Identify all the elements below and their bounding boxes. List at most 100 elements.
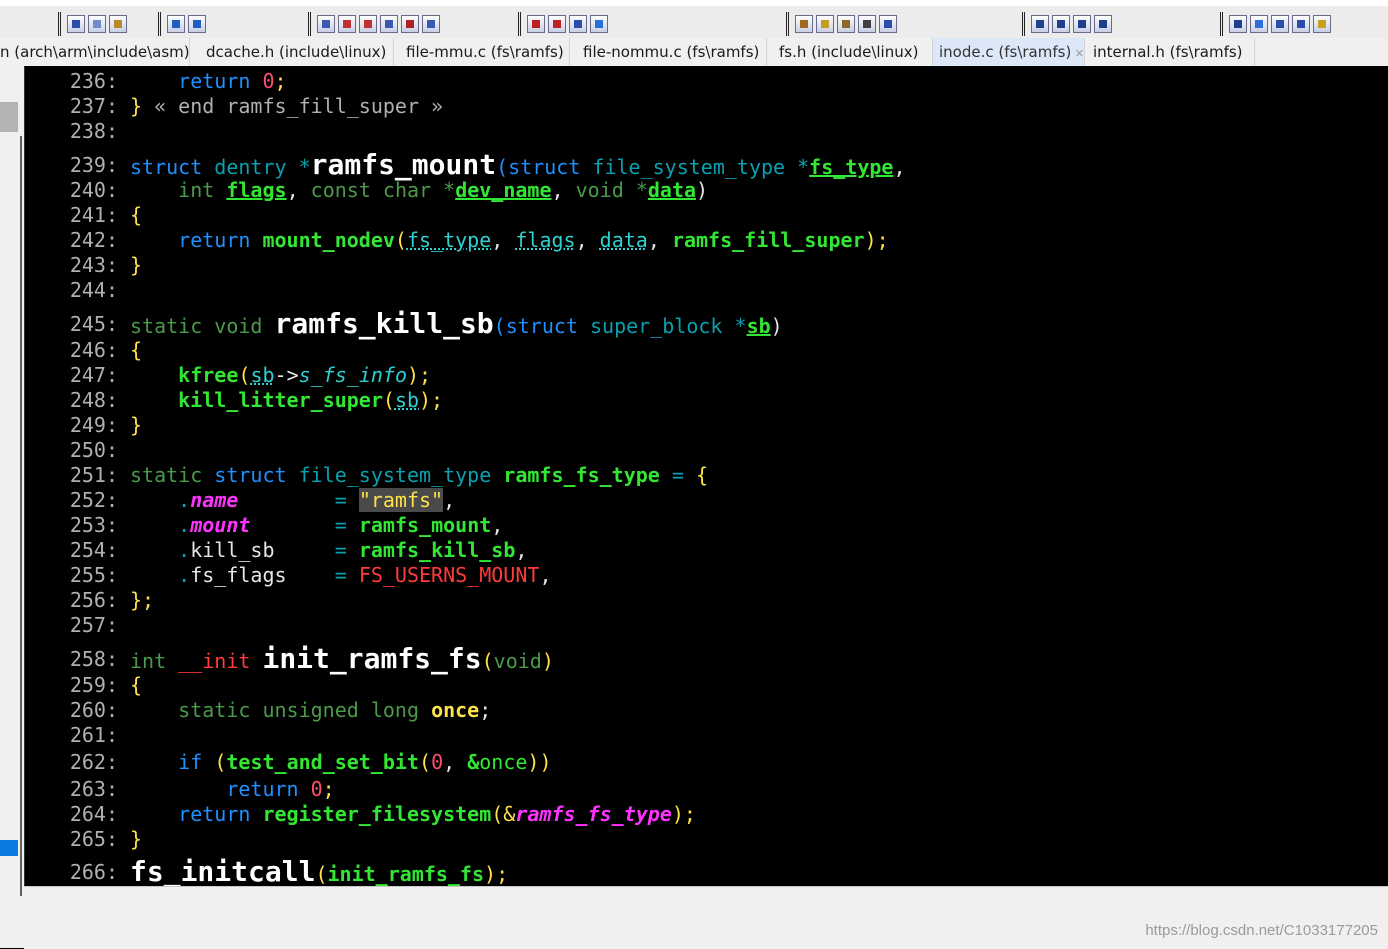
punct: }	[130, 413, 143, 437]
layout-2-icon[interactable]	[1052, 15, 1070, 33]
keyword: if	[178, 750, 203, 774]
jump-up-icon[interactable]	[338, 15, 356, 33]
replace-icon[interactable]	[401, 15, 419, 33]
line-number: 253:	[69, 513, 118, 537]
param-ref: flags	[515, 228, 576, 252]
list-icon[interactable]	[1292, 15, 1310, 33]
find-files-icon[interactable]	[380, 15, 398, 33]
undo-icon[interactable]	[167, 15, 185, 33]
function-ref: ramfs_fill_super	[671, 228, 865, 252]
script-icon[interactable]	[879, 15, 897, 33]
punct: ;	[322, 777, 335, 801]
operator: .	[178, 488, 191, 512]
line-number: 246:	[69, 338, 118, 362]
code-editor[interactable]: 236: return 0; 237:} « end ramfs_fill_su…	[38, 66, 1388, 886]
line-number: 240:	[69, 178, 118, 202]
bookmark-list-icon[interactable]	[569, 15, 587, 33]
outline-icon[interactable]	[1271, 15, 1289, 33]
function-ref: init_ramfs_fs	[327, 862, 485, 886]
punct: );	[419, 388, 444, 412]
keyword: struct	[508, 155, 581, 179]
line-number: 237:	[69, 94, 118, 118]
line-number: 244:	[69, 278, 118, 302]
param: flags	[226, 178, 287, 202]
punct: (	[238, 363, 251, 387]
type: unsigned	[262, 698, 359, 722]
layout-3-icon[interactable]	[1073, 15, 1091, 33]
tab-fs-h[interactable]: fs.h (include\linux)	[773, 38, 933, 66]
punct: {	[130, 673, 143, 697]
close-icon[interactable]: ×	[1074, 46, 1084, 60]
sidebar-scrollbar-thumb[interactable]	[0, 102, 18, 132]
punct: (	[493, 314, 506, 338]
line-number: 248:	[69, 388, 118, 412]
toolbar-group-symbols	[786, 12, 897, 36]
operator: =	[334, 488, 347, 512]
keyword: static	[130, 463, 203, 487]
punct: }	[130, 253, 143, 277]
punct: (	[481, 649, 494, 673]
book-icon[interactable]	[837, 15, 855, 33]
tab-file-nommu-c[interactable]: file-nommu.c (fs\ramfs)	[577, 38, 767, 66]
line-number: 242:	[69, 228, 118, 252]
tab-inode-c[interactable]: inode.c (fs\ramfs) ×	[933, 38, 1085, 66]
watermark: https://blog.csdn.net/C1033177205	[1145, 922, 1378, 939]
macro: __init	[178, 649, 251, 673]
macro: FS_USERNS_MOUNT	[358, 563, 540, 587]
tree-icon[interactable]	[1250, 15, 1268, 33]
operator: .	[178, 563, 191, 587]
variable-ref: once	[479, 750, 528, 774]
web-icon[interactable]	[422, 15, 440, 33]
toolbar-group-bookmarks	[518, 12, 608, 36]
redo-icon[interactable]	[188, 15, 206, 33]
toolbar-group-file	[58, 12, 127, 36]
punct: ,	[286, 178, 299, 202]
paste-icon[interactable]	[109, 15, 127, 33]
param-ref: fs_type	[406, 228, 492, 252]
tab-asm[interactable]: n (arch\arm\include\asm)	[0, 38, 190, 66]
punct: )	[696, 178, 709, 202]
tab-dcache-h[interactable]: dcache.h (include\linux)	[200, 38, 394, 66]
window-icon[interactable]	[1094, 15, 1112, 33]
copy-icon[interactable]	[88, 15, 106, 33]
line-number: 262:	[69, 750, 118, 774]
operator: .	[178, 513, 191, 537]
punct: )	[541, 649, 554, 673]
type: void	[214, 314, 263, 338]
star-icon[interactable]	[590, 15, 608, 33]
tab-label: fs.h (include\linux)	[779, 43, 919, 61]
toolbar-group-search	[308, 12, 440, 36]
symbol-icon[interactable]	[795, 15, 813, 33]
find-icon[interactable]	[317, 15, 335, 33]
keyword: static	[178, 698, 251, 722]
keyword: struct	[505, 314, 578, 338]
punct: };	[130, 588, 155, 612]
tab-file-mmu-c[interactable]: file-mmu.c (fs\ramfs)	[400, 38, 570, 66]
function-icon[interactable]	[858, 15, 876, 33]
punct: ,	[647, 228, 660, 252]
line-number: 247:	[69, 363, 118, 387]
variable-name: once	[431, 698, 480, 722]
toolbar-group-project	[1220, 12, 1331, 36]
param: sb	[746, 314, 771, 338]
line-number: 243:	[69, 253, 118, 277]
punct: ;	[274, 69, 287, 93]
save-icon[interactable]	[67, 15, 85, 33]
folder-icon[interactable]	[1313, 15, 1331, 33]
bookmark-prev-icon[interactable]	[527, 15, 545, 33]
operator: &	[467, 750, 480, 774]
pointer: *	[635, 178, 648, 202]
type: void	[575, 178, 624, 202]
layout-1-icon[interactable]	[1031, 15, 1049, 33]
bookmark-next-icon[interactable]	[548, 15, 566, 33]
pointer: *	[443, 178, 456, 202]
project-icon[interactable]	[1229, 15, 1247, 33]
gutter	[24, 66, 38, 886]
help-icon[interactable]	[816, 15, 834, 33]
punct: )	[770, 314, 783, 338]
punct: (	[419, 750, 432, 774]
type: char	[382, 178, 432, 202]
line-number: 263:	[69, 777, 118, 801]
jump-down-icon[interactable]	[359, 15, 377, 33]
tab-internal-h[interactable]: internal.h (fs\ramfs)	[1087, 38, 1255, 66]
